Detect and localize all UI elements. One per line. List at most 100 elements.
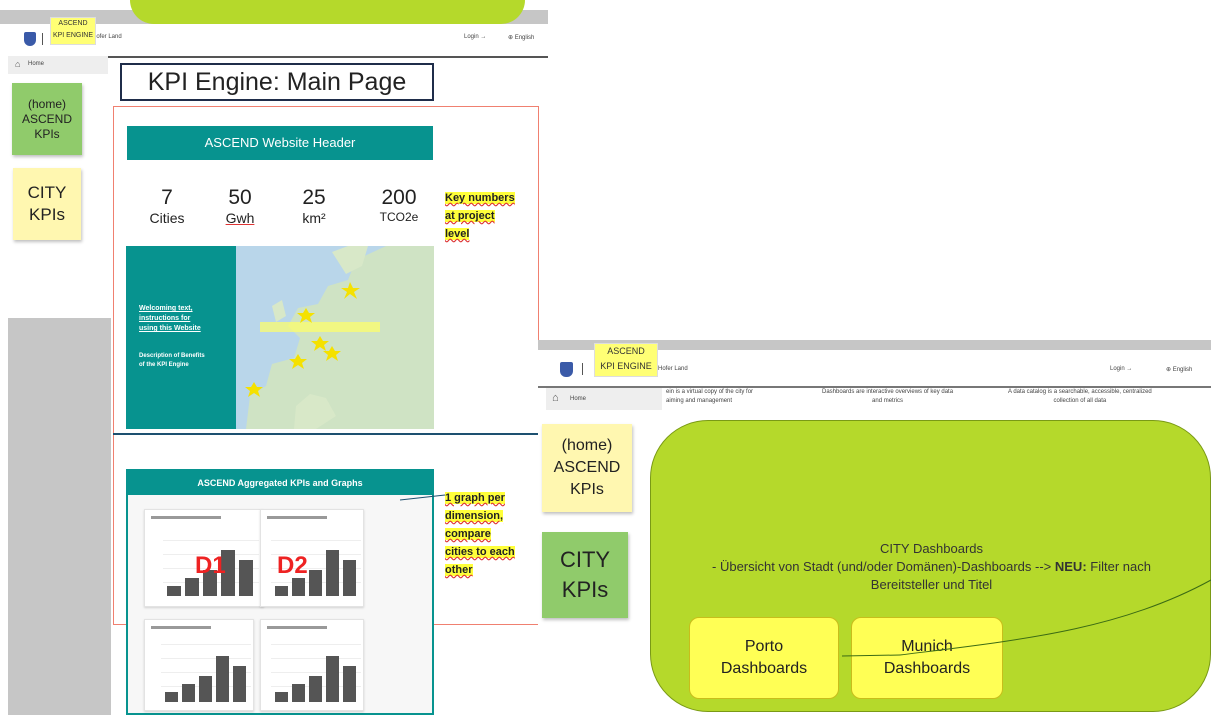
digital-twin-text: ein is a virtual copy of the city for ai… [666,388,753,406]
divider [42,33,43,45]
kpi-unit: Cities [149,210,185,226]
chart-bar [199,676,212,702]
button-line: Dashboards [883,660,971,677]
porto-dashboards-button[interactable]: Porto Dashboards [689,617,839,699]
sticky-line: KPIs [29,205,65,224]
sidebar-item-home-label: Home [28,61,45,67]
login-link[interactable]: Login → [1110,366,1132,372]
note-graph-per-dimension: 1 graph per dimension, compare cities to… [445,488,545,578]
kpi-value: 7 [161,186,173,209]
chart-label-d1: D1 [195,552,226,579]
sidebar-item-home-label: Home [570,396,587,402]
city-dashboards-panel: CITY Dashboards - Übersicht von Stadt (u… [650,420,1211,712]
divider [582,363,583,375]
chart-card-d4 [260,619,364,711]
login-link[interactable]: Login → [464,34,486,40]
chart-title-placeholder [267,516,327,519]
note-line: compare [445,528,491,540]
chart-bar [233,666,246,702]
chart-bar [343,666,356,702]
kpi-value: 200 [381,186,417,209]
chart-title-placeholder [267,626,327,629]
kpi-cities: 7 Cities [142,186,192,226]
kpi-value: 25 [302,186,326,209]
note-line: at project [445,210,495,222]
chart-bar [343,560,356,596]
gray-column [8,318,111,715]
sidebar-item-home[interactable]: ⌂ Home [546,388,662,410]
munich-dashboards-button[interactable]: Munich Dashboards [851,617,1003,699]
panel-title: CITY Dashboards [879,541,984,556]
europe-map [236,246,434,429]
map-svg [245,246,434,429]
note-key-numbers: Key numbers at project level [445,188,535,242]
chart-bar [167,586,181,596]
sticky-line: ASCEND [553,459,621,476]
shield-logo-icon [24,32,36,46]
section-divider [113,433,540,435]
shield-logo-icon [560,362,573,377]
panel-line1: - Übersicht von Stadt (und/oder Domänen)… [651,559,1211,574]
tooltip-line2: KPI ENGINE [600,361,652,371]
language-select[interactable]: ⊕ English [1166,366,1192,373]
benefits-line: Description of Benefits [139,353,205,359]
note-line: other [445,564,473,576]
kpi-km2: 25 km² [289,186,339,226]
kpi-unit: Gwh [225,210,255,226]
chart-bar [185,578,199,596]
sticky-line: KPIs [570,481,604,498]
right-screenshot: Hofer Land Login → ⊕ English ASCEND KPI … [538,340,1211,715]
chart-bar [326,656,339,702]
kpi-unit: TCO2e [379,210,419,224]
tooltip-line2: KPI ENGINE [52,32,94,39]
kpi-gwh: 50 Gwh [215,186,265,226]
tooltip-line1: ASCEND [607,346,645,356]
welcome-line: Welcoming text, [139,305,193,312]
sticky-line: ASCEND [21,111,72,126]
home-icon: ⌂ [552,392,559,404]
sticky-line: KPIs [34,126,60,141]
brand-tail: Hofer Land [92,34,122,40]
button-line: Dashboards [720,660,808,677]
green-blob-top [130,0,525,24]
tooltip-ascend: ASCEND KPI ENGINE [594,343,658,377]
chart-bar [275,586,288,596]
language-select[interactable]: ⊕ English [508,34,534,41]
website-header-banner: ASCEND Website Header [127,126,433,160]
chart-bar [309,676,322,702]
sticky-line: (home) [27,96,66,111]
welcome-section: Welcoming text, instructions for using t… [126,246,434,429]
welcome-line: using this Website [139,325,201,332]
sticky-line: (home) [561,437,613,454]
kpi-tco2e: 200 TCO2e [369,186,429,224]
chart-bar [292,578,305,596]
chart-card-d2: D2 [260,509,364,607]
data-catalog-text: A data catalog is a searchable, accessib… [1008,388,1152,406]
sticky-home-ascend-kpis: (home) ASCEND KPIs [12,83,82,155]
chart-bar [309,570,322,596]
chart-plot [271,644,361,702]
text-line: A data catalog is a searchable, accessib… [1008,389,1152,395]
chart-bar [216,656,229,702]
benefits-line: of the KPI Engine [139,362,189,368]
note-line: level [445,228,470,240]
aggregated-section: ASCEND Aggregated KPIs and Graphs D1 D2 [126,469,434,715]
left-screenshot: Hofer Land Login → ⊕ English ASCEND KPI … [0,0,548,715]
kpi-value: 50 [228,186,252,209]
button-line: Porto [744,638,784,655]
note-line: cities to each [445,546,515,558]
chart-bar [292,684,305,702]
chart-bar [275,692,288,702]
chart-card-d1: D1 [144,509,264,607]
kpi-unit: km² [302,210,326,226]
text-line: aiming and management [666,398,733,404]
sticky-city-kpis: CITY KPIs [542,532,628,618]
chart-title-placeholder [151,626,211,629]
tooltip-line1: ASCEND [58,20,88,27]
panel-line1-pre: - Übersicht von Stadt (und/oder Domänen)… [712,559,1055,574]
dashboards-text: Dashboards are interactive overviews of … [822,388,953,406]
chart-card-d3 [144,619,254,711]
chart-bar [326,550,339,596]
sidebar-item-home[interactable]: ⌂ Home [8,56,108,74]
brand-tail: Hofer Land [658,366,688,372]
